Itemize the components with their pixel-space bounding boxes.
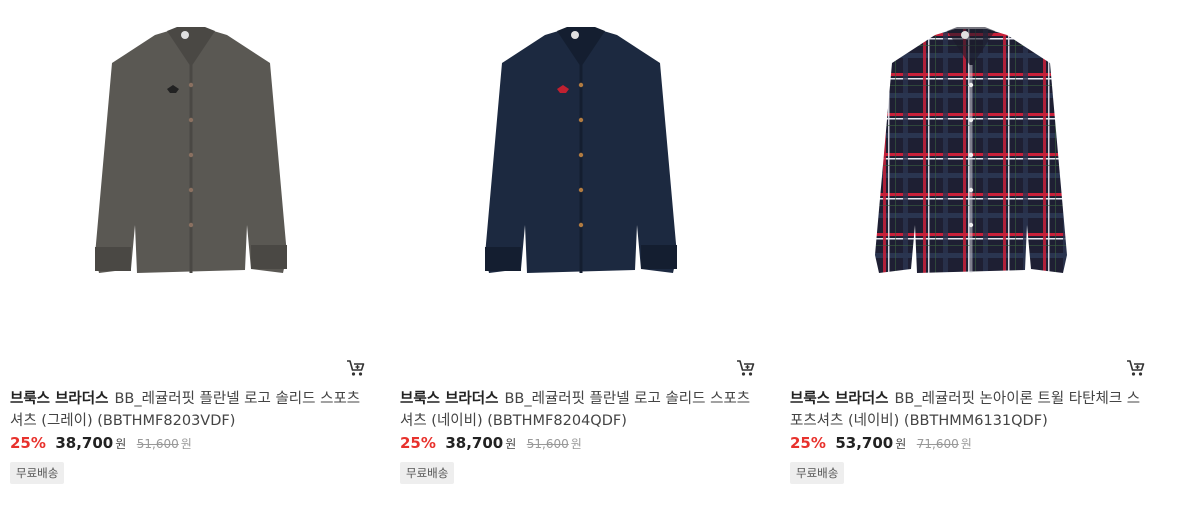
product-brand: 브룩스 브라더스 — [10, 391, 109, 407]
price-unit: 원 — [505, 437, 517, 451]
product-title[interactable]: 브룩스 브라더스 BB_레귤러핏 논아이론 트윌 타탄체크 스포츠셔츠 (네이비)… — [790, 388, 1150, 432]
price-unit: 원 — [115, 437, 127, 451]
product-card[interactable]: 브룩스 브라더스 BB_레귤러핏 플란넬 로고 솔리드 스포츠셔츠 (네이비) (… — [395, 0, 767, 508]
original-price: 51,600 — [526, 437, 569, 451]
product-grid: 브룩스 브라더스 BB_레귤러핏 플란넬 로고 솔리드 스포츠셔츠 (그레이) (… — [0, 0, 1179, 508]
original-price-unit: 원 — [960, 437, 972, 451]
free-shipping-badge: 무료배송 — [790, 462, 845, 484]
original-price-unit: 원 — [570, 437, 582, 451]
free-shipping-badge: 무료배송 — [10, 462, 65, 484]
add-to-cart-button[interactable] — [345, 357, 367, 379]
product-title[interactable]: 브룩스 브라더스 BB_레귤러핏 플란넬 로고 솔리드 스포츠셔츠 (네이비) (… — [400, 388, 760, 432]
discount-rate: 25% — [10, 434, 46, 452]
product-brand: 브룩스 브라더스 — [400, 391, 499, 407]
sale-price: 38,700 — [55, 434, 114, 452]
discount-rate: 25% — [400, 434, 436, 452]
cart-icon — [737, 360, 755, 376]
price-row: 25% 38,700 원 51,600 원 — [10, 434, 192, 452]
original-price: 51,600 — [136, 437, 179, 451]
sale-price: 53,700 — [835, 434, 894, 452]
price-row: 25% 38,700 원 51,600 원 — [400, 434, 582, 452]
sale-price: 38,700 — [445, 434, 504, 452]
navy-shirt-image — [485, 27, 677, 273]
original-price-unit: 원 — [180, 437, 192, 451]
plaid-shirt-image — [875, 27, 1067, 273]
product-image[interactable] — [5, 0, 377, 340]
cart-icon — [347, 360, 365, 376]
product-title[interactable]: 브룩스 브라더스 BB_레귤러핏 플란넬 로고 솔리드 스포츠셔츠 (그레이) (… — [10, 388, 370, 432]
original-price: 71,600 — [916, 437, 959, 451]
grey-shirt-image — [95, 27, 287, 273]
product-image[interactable] — [785, 0, 1157, 340]
add-to-cart-button[interactable] — [735, 357, 757, 379]
price-unit: 원 — [895, 437, 907, 451]
price-row: 25% 53,700 원 71,600 원 — [790, 434, 972, 452]
product-brand: 브룩스 브라더스 — [790, 391, 889, 407]
discount-rate: 25% — [790, 434, 826, 452]
cart-icon — [1127, 360, 1145, 376]
add-to-cart-button[interactable] — [1125, 357, 1147, 379]
product-card[interactable]: 브룩스 브라더스 BB_레귤러핏 논아이론 트윌 타탄체크 스포츠셔츠 (네이비)… — [785, 0, 1157, 508]
product-card[interactable]: 브룩스 브라더스 BB_레귤러핏 플란넬 로고 솔리드 스포츠셔츠 (그레이) (… — [5, 0, 377, 508]
free-shipping-badge: 무료배송 — [400, 462, 455, 484]
product-image[interactable] — [395, 0, 767, 340]
